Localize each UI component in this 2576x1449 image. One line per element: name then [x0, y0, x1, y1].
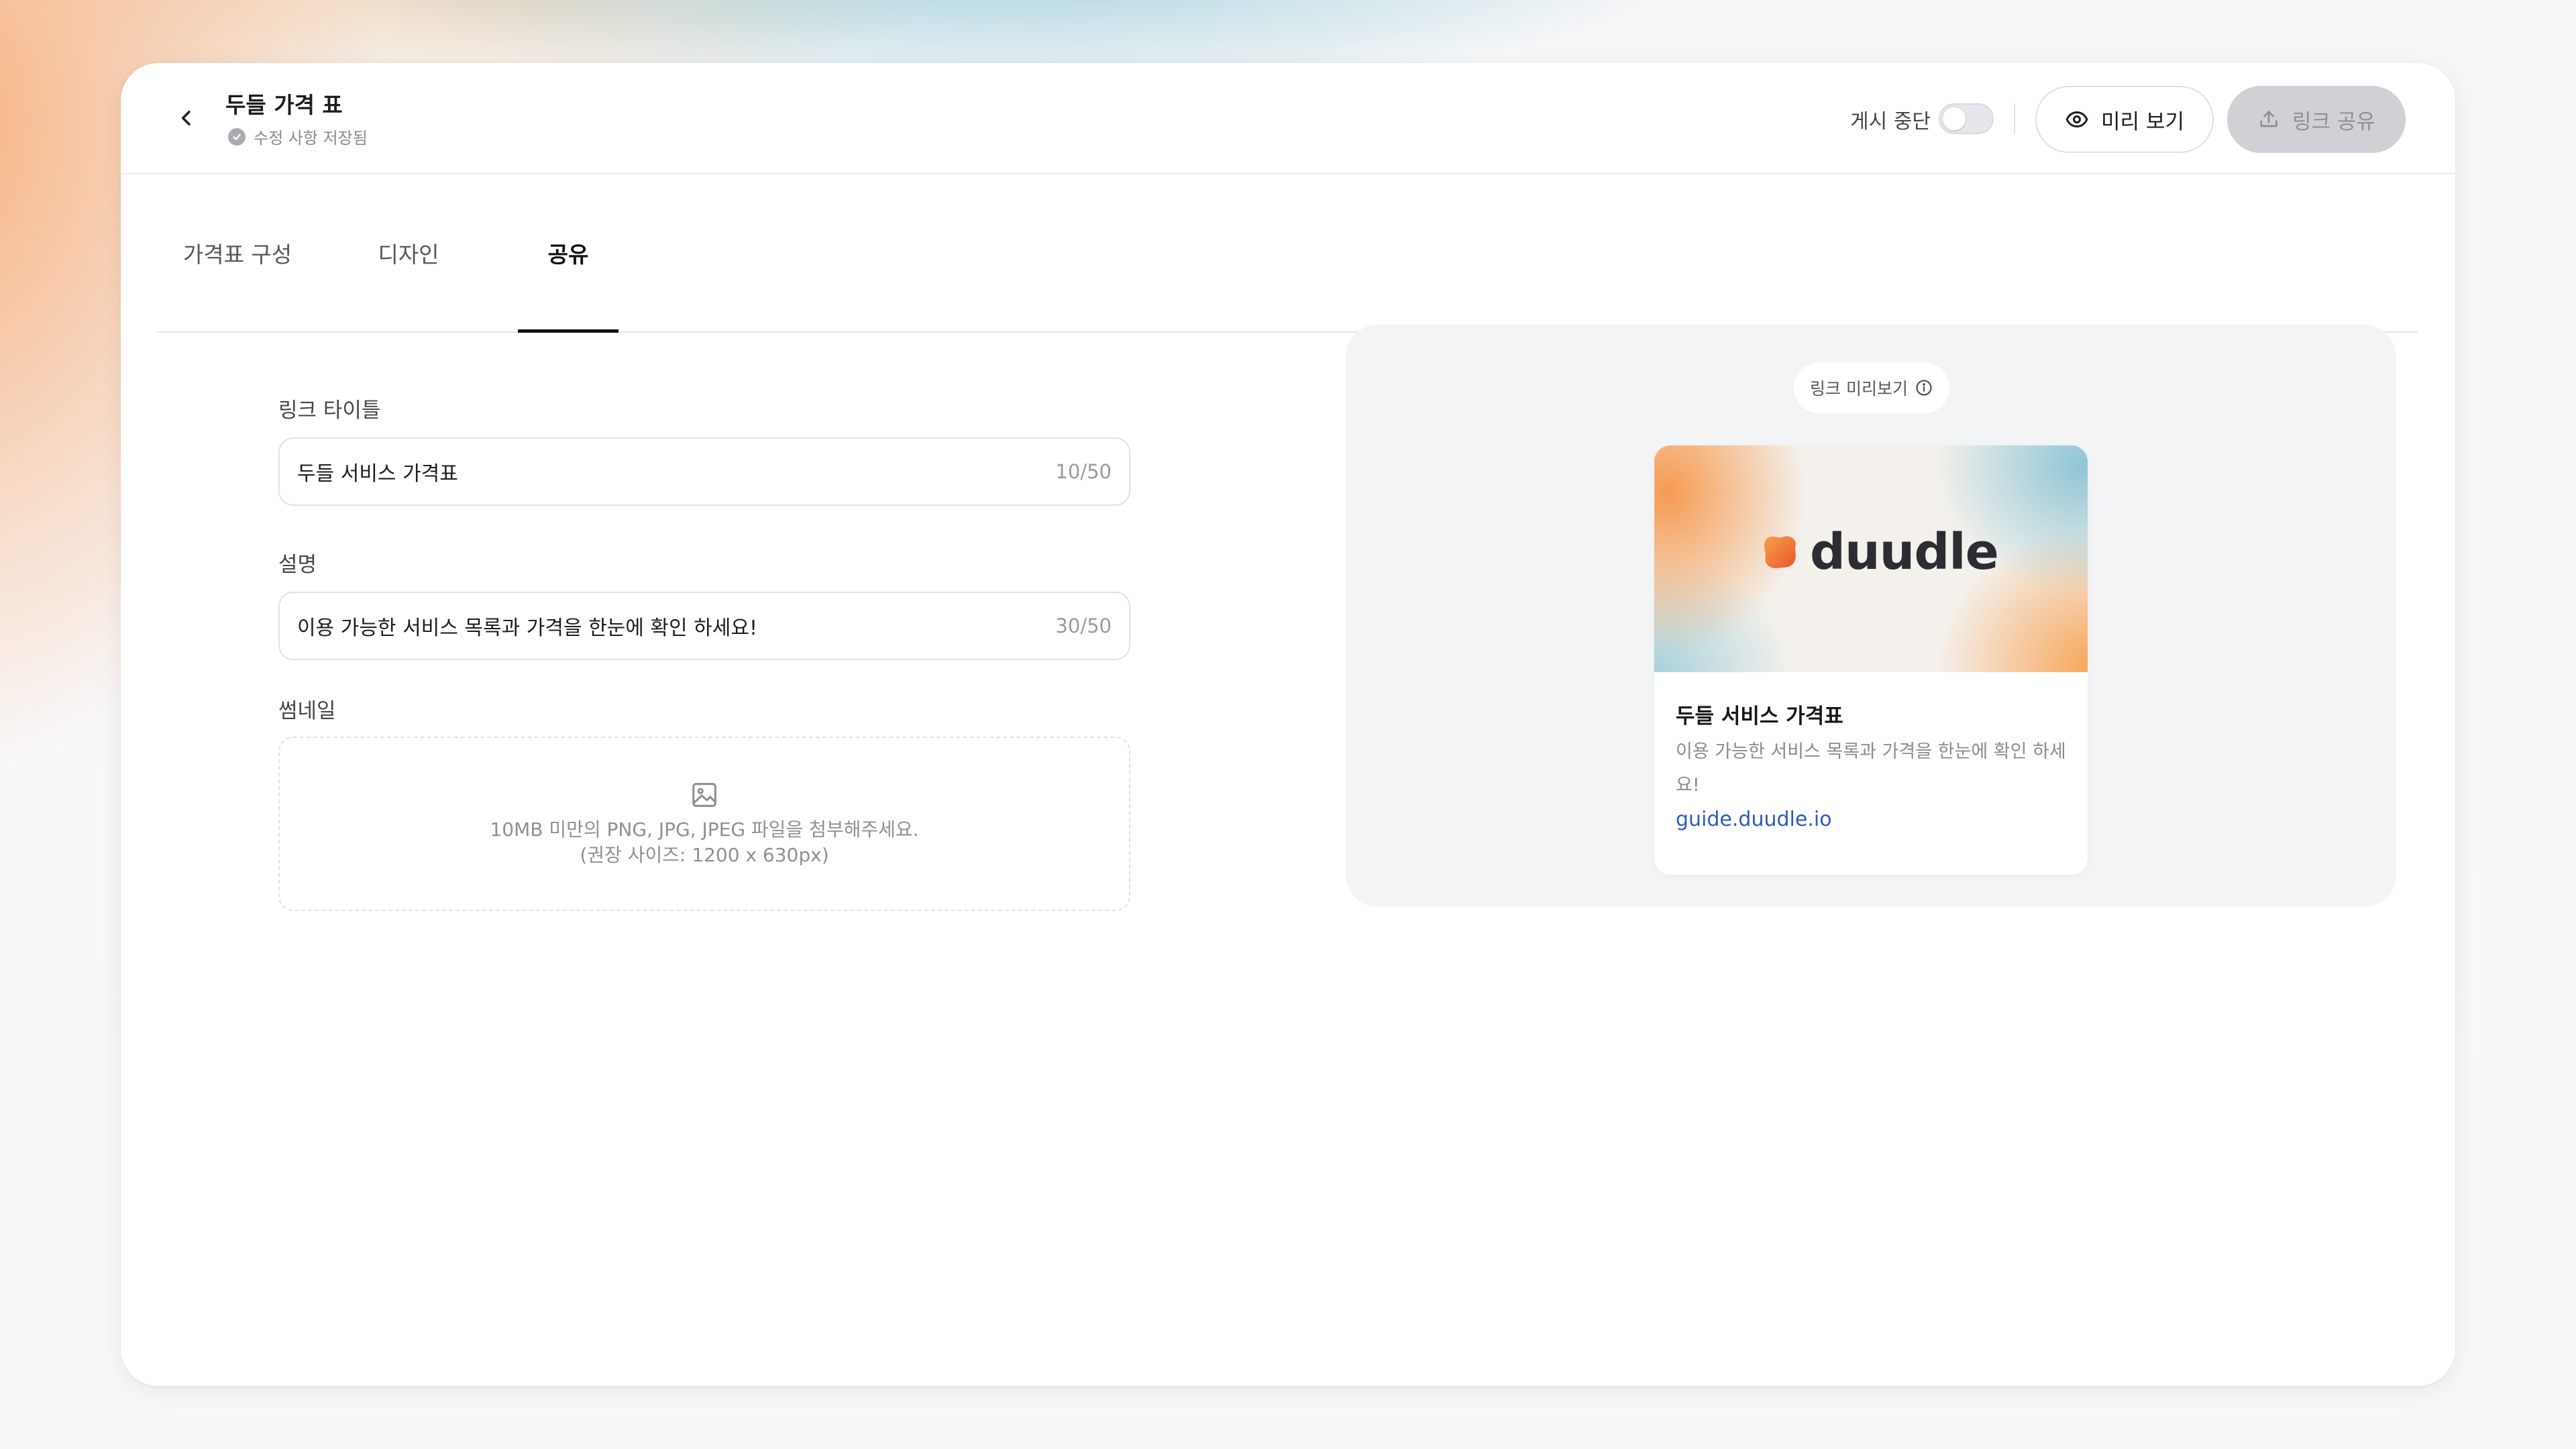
share-link-button-label: 링크 공유 [2292, 109, 2375, 134]
pause-publish-label: 게시 중단 [1850, 110, 1931, 133]
preview-card-description: 이용 가능한 서비스 목록과 가격을 한눈에 확인 하세요! [1676, 741, 2066, 796]
link-preview-card: duudle 두들 서비스 가격표 이용 가능한 서비스 목록과 가격을 한눈에… [1654, 445, 2088, 875]
thumbnail-size-hint: (권장 사이즈: 1200 x 630px) [580, 844, 829, 866]
tab-share[interactable]: 공유 [518, 174, 619, 333]
pause-publish-toggle[interactable] [1939, 103, 1994, 134]
check-circle-icon [228, 127, 246, 146]
chevron-left-icon [181, 110, 191, 126]
thumbnail-label: 썸네일 [278, 699, 336, 723]
tab-design[interactable]: 디자인 [352, 174, 466, 331]
description-value: 이용 가능한 서비스 목록과 가격을 한눈에 확인 하세요! [297, 616, 757, 640]
tab-pricing-structure[interactable]: 가격표 구성 [157, 174, 318, 331]
brand-logo: duudle [1762, 523, 1999, 581]
description-label: 설명 [278, 553, 317, 577]
link-preview-chip-label: 링크 미리보기 [1810, 379, 1908, 398]
link-title-counter: 10/50 [1055, 460, 1112, 483]
save-status-text: 수정 사항 저장됨 [254, 129, 368, 148]
link-preview-chip[interactable]: 링크 미리보기 [1794, 362, 1949, 413]
tab-bar: 가격표 구성 디자인 공유 [157, 174, 2418, 333]
header-divider [2014, 103, 2015, 134]
image-icon [692, 783, 716, 807]
description-counter: 30/50 [1055, 614, 1112, 637]
thumbnail-hint-text: 10MB 미만의 PNG, JPG, JPEG 파일을 첨부해주세요. [490, 818, 919, 841]
share-link-button[interactable]: 링크 공유 [2227, 86, 2406, 153]
upload-icon [2260, 111, 2277, 127]
description-input[interactable]: 이용 가능한 서비스 목록과 가격을 한눈에 확인 하세요! 30/50 [278, 592, 1130, 660]
link-title-label: 링크 타이틀 [278, 398, 381, 423]
editor-header: 두들 가격 표 수정 사항 저장됨 게시 중단 미리 보기 링크 공유 [121, 63, 2455, 174]
editor-window: 두들 가격 표 수정 사항 저장됨 게시 중단 미리 보기 링크 공유 가격표 … [121, 63, 2455, 1386]
thumbnail-upload-dropzone[interactable]: 10MB 미만의 PNG, JPG, JPEG 파일을 첨부해주세요. (권장 … [278, 737, 1130, 911]
preview-card-title: 두들 서비스 가격표 [1676, 704, 1843, 729]
brand-wordmark: duudle [1810, 523, 1999, 581]
back-button[interactable] [165, 97, 208, 140]
preview-card-url[interactable]: guide.duudle.io [1676, 808, 1832, 831]
preview-button-label: 미리 보기 [2101, 109, 2184, 134]
page-title: 두들 가격 표 [225, 92, 343, 118]
link-title-value: 두들 서비스 가격표 [297, 462, 458, 486]
brand-mark-icon [1764, 536, 1796, 569]
preview-thumbnail: duudle [1654, 445, 2088, 672]
preview-button[interactable]: 미리 보기 [2035, 86, 2214, 153]
toggle-knob [1943, 107, 1966, 130]
eye-icon [2065, 111, 2088, 127]
save-status: 수정 사항 저장됨 [228, 125, 368, 148]
link-title-input[interactable]: 두들 서비스 가격표 10/50 [278, 437, 1130, 506]
link-preview-panel: 링크 미리보기 duudle 두들 서비스 가격표 이용 가능한 서비스 목록과… [1346, 325, 2396, 907]
info-icon [1916, 380, 1932, 396]
